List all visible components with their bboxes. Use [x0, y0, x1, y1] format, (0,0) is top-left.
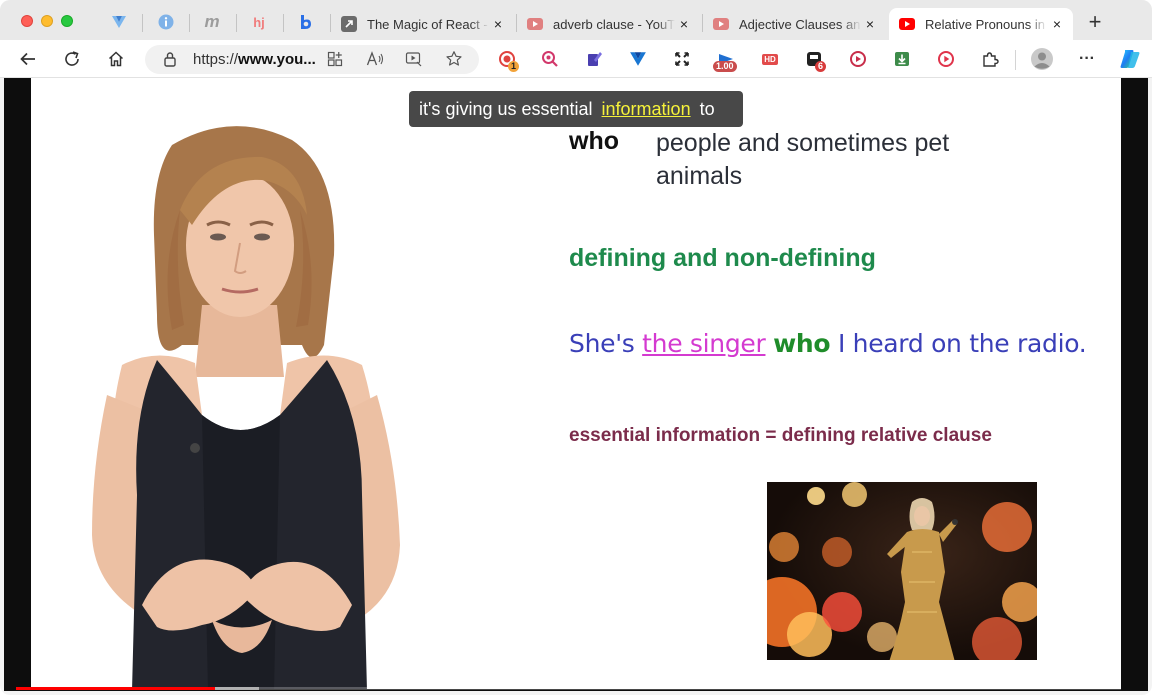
- slide-who-word: who: [569, 127, 619, 155]
- maximize-window-button[interactable]: [61, 15, 73, 27]
- extension-download[interactable]: [893, 50, 911, 68]
- pinned-tab-vuetify[interactable]: [110, 13, 128, 31]
- more-menu-button[interactable]: ···: [1078, 50, 1096, 68]
- tab-magic-of-react[interactable]: The Magic of React - ×: [331, 8, 514, 40]
- pinned-tab-hj[interactable]: hj: [250, 13, 268, 31]
- reload-button[interactable]: [61, 48, 83, 70]
- tab-title: adverb clause - YouTube: [553, 16, 675, 32]
- extension-counter[interactable]: 6: [805, 50, 827, 72]
- extension-vuetify[interactable]: [629, 50, 647, 68]
- tab-adverb-clause[interactable]: adverb clause - YouTube ×: [517, 8, 700, 40]
- play-circle-icon: [938, 51, 954, 67]
- tab-adjective-clauses[interactable]: Adjective Clauses and ×: [703, 8, 886, 40]
- extension-notes[interactable]: [585, 50, 603, 68]
- vuetify-icon: [112, 16, 126, 28]
- example-who: who: [773, 329, 831, 358]
- slide-example-sentence: She's the singer who I heard on the radi…: [569, 329, 1087, 358]
- info-circle-icon: [158, 14, 174, 30]
- reload-icon: [65, 51, 79, 66]
- app-available-icon[interactable]: [326, 50, 344, 68]
- back-arrow-icon: [20, 52, 35, 66]
- singer-photo: [767, 482, 1037, 660]
- read-aloud-icon[interactable]: [366, 50, 384, 68]
- extension-player[interactable]: [937, 50, 955, 68]
- pinned-tab-info[interactable]: [157, 13, 175, 31]
- vuetify-icon: [630, 52, 646, 66]
- subtitle-caption: it's giving us essential information to: [409, 91, 743, 127]
- close-tab-icon[interactable]: ×: [1049, 16, 1065, 32]
- minimize-window-button[interactable]: [41, 15, 53, 27]
- close-tab-icon[interactable]: ×: [676, 16, 692, 32]
- pinned-tab-m[interactable]: m: [203, 12, 221, 31]
- arrow-link-icon: [341, 16, 357, 32]
- new-tab-button[interactable]: +: [1084, 11, 1106, 34]
- video-frame[interactable]: who people and sometimes pet animals def…: [31, 78, 1121, 689]
- youtube-icon: [527, 16, 543, 32]
- profile-avatar[interactable]: [1031, 48, 1053, 70]
- slide-essential-line: essential information = defining relativ…: [569, 425, 992, 446]
- favorite-star-icon[interactable]: [445, 50, 463, 68]
- browser-toolbar: https://www.you... 1 1.00 HD 6 ···: [0, 40, 1152, 78]
- puzzle-icon: [983, 52, 999, 67]
- extension-expand[interactable]: [673, 50, 691, 68]
- tab-title: The Magic of React -: [367, 16, 488, 32]
- back-button[interactable]: [17, 48, 39, 70]
- extension-hd[interactable]: HD: [761, 50, 779, 68]
- address-bar[interactable]: https://www.you...: [145, 45, 479, 74]
- tab-strip: m hj The Magic of React - × adverb claus…: [0, 0, 1152, 44]
- lock-icon: [164, 52, 176, 67]
- example-highlight: the singer: [642, 329, 766, 358]
- m-logo-icon: m: [204, 12, 220, 31]
- home-icon: [108, 51, 124, 67]
- hd-icon: HD: [762, 53, 778, 65]
- extension-video-speed[interactable]: 1.00: [713, 50, 737, 72]
- extension-record[interactable]: 1: [498, 50, 520, 72]
- presenter-figure: [92, 126, 400, 689]
- extensions-button[interactable]: [981, 50, 999, 68]
- home-button[interactable]: [105, 48, 127, 70]
- youtube-icon: [713, 16, 729, 32]
- tab-relative-pronouns[interactable]: Relative Pronouns in English ×: [889, 8, 1073, 40]
- expand-arrows-icon: [675, 52, 689, 66]
- caption-highlight: information: [601, 98, 691, 119]
- close-window-button[interactable]: [21, 15, 33, 27]
- download-icon: [895, 52, 909, 66]
- magnifier-icon: [542, 51, 558, 67]
- browser-window: m hj The Magic of React - × adverb claus…: [0, 0, 1152, 695]
- progress-played: [16, 687, 215, 690]
- close-tab-icon[interactable]: ×: [490, 16, 506, 32]
- tab-title: Relative Pronouns in English: [925, 16, 1047, 32]
- tab-title: Adjective Clauses and: [739, 16, 861, 32]
- pen-note-icon: [588, 52, 602, 66]
- media-control-icon[interactable]: [405, 50, 423, 68]
- hotjar-icon: hj: [253, 14, 265, 30]
- extension-search[interactable]: [541, 50, 559, 68]
- extension-screencast[interactable]: [849, 50, 867, 68]
- screencast-icon: [850, 51, 866, 67]
- youtube-icon: [899, 16, 915, 32]
- url-text[interactable]: https://www.you...: [193, 51, 316, 68]
- pinned-tab-b[interactable]: [297, 13, 315, 31]
- singer-figure: [887, 498, 958, 660]
- copilot-button[interactable]: [1118, 47, 1142, 71]
- close-tab-icon[interactable]: ×: [862, 16, 878, 32]
- slide-who-description: people and sometimes pet animals: [656, 129, 950, 190]
- avatar-icon: [1031, 48, 1053, 70]
- slide-defining-heading: defining and non-defining: [569, 244, 876, 272]
- video-progress-bar[interactable]: [16, 687, 1121, 690]
- copilot-icon: [1120, 50, 1140, 68]
- b-logo-icon: [301, 15, 311, 29]
